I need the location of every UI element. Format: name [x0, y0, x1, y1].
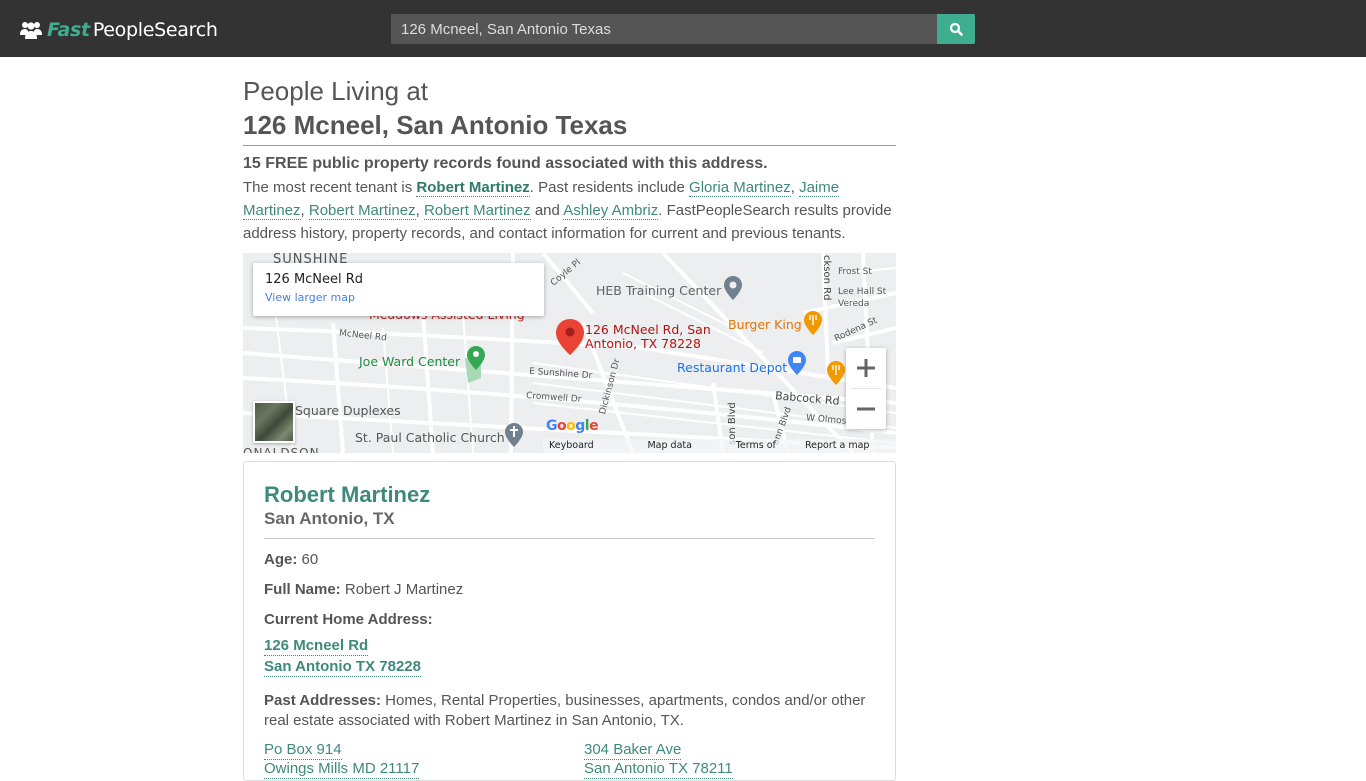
current-address-label: Current Home Address: — [264, 611, 433, 628]
recent-tenant-link[interactable]: Robert Martinez — [416, 179, 530, 197]
search-icon — [949, 22, 963, 36]
page-title-address: 126 Mcneel, San Antonio Texas — [243, 107, 896, 146]
map-label-jackson-rd: ckson Rd — [821, 255, 832, 301]
resident-link[interactable]: Robert Martinez — [308, 202, 416, 220]
restaurant-pin-icon — [804, 311, 822, 335]
brand-logo-link[interactable]: Fast PeopleSearch — [20, 17, 218, 43]
embedded-map[interactable]: SUNSHINE Meadows Assisted Living McNeel … — [243, 253, 896, 453]
search-bar — [391, 14, 975, 44]
zoom-out-button[interactable] — [846, 389, 886, 429]
zoom-in-button[interactable] — [846, 348, 886, 388]
past-address-line1-link[interactable]: Po Box 914 — [264, 741, 342, 760]
location-pin-icon — [556, 319, 584, 355]
map-label-lee-hall: Lee Hall St — [838, 287, 887, 297]
records-summary: 15 FREE public property records found as… — [243, 155, 768, 172]
map-label-st-paul: St. Paul Catholic Church — [355, 430, 505, 445]
person-card: Robert Martinez San Antonio, TX Age: 60 … — [243, 461, 896, 781]
shopping-pin-icon — [788, 351, 806, 375]
person-name[interactable]: Robert Martinez — [264, 482, 875, 508]
map-info-card: 126 McNeel Rd View larger map — [253, 263, 544, 316]
map-pin-label-line1: 126 McNeel Rd, San — [585, 322, 711, 337]
church-pin-icon — [505, 423, 523, 447]
full-name-field: Full Name: Robert J Martinez — [264, 581, 875, 599]
map-label-vereda: Vereda — [838, 299, 870, 309]
report-map-error-link[interactable]: Report a map error — [799, 439, 896, 453]
main-content: People Living at 126 Mcneel, San Antonio… — [243, 75, 896, 781]
intro-text: , — [300, 202, 309, 219]
search-button[interactable] — [937, 14, 975, 44]
past-addresses-label: Past Addresses: — [264, 692, 381, 709]
map-label-frost: Frost St — [838, 267, 872, 277]
map-label-joe-ward: Joe Ward Center — [359, 354, 461, 369]
intro-text: The most recent tenant is — [243, 179, 417, 196]
map-label-restaurant-depot: Restaurant Depot — [677, 360, 788, 375]
age-field: Age: 60 — [264, 551, 875, 569]
brand-name-text: PeopleSearch — [92, 19, 218, 41]
top-navbar: Fast PeopleSearch — [0, 0, 1366, 57]
satellite-view-toggle[interactable] — [253, 401, 295, 443]
map-label-donaldson: ONALDSON — [243, 446, 320, 453]
google-logo: Google — [546, 418, 599, 434]
view-larger-map-link[interactable]: View larger map — [265, 291, 532, 304]
resident-link[interactable]: Robert Martinez — [423, 202, 531, 220]
map-label-heb: HEB Training Center — [596, 283, 722, 298]
age-value: 60 — [301, 551, 319, 568]
person-location: San Antonio, TX — [264, 508, 875, 539]
page-title: People Living at 126 Mcneel, San Antonio… — [243, 75, 896, 146]
intro-text: , — [790, 179, 800, 196]
current-address: 126 Mcneel Rd San Antonio TX 78228 — [264, 637, 875, 677]
terms-of-use-link[interactable]: Terms of Use — [730, 439, 799, 453]
heb-pin-icon — [724, 276, 742, 300]
map-label-burger-king: Burger King — [728, 317, 802, 332]
page-title-prefix: People Living at — [243, 76, 429, 106]
full-name-label: Full Name: — [264, 581, 341, 598]
park-pin-icon — [467, 346, 485, 370]
past-address-line2-link[interactable]: San Antonio TX 78211 — [584, 760, 733, 779]
map-card-title: 126 McNeel Rd — [265, 272, 364, 287]
map-footer: Keyboard shortcuts Map data ©2022 Terms … — [543, 439, 896, 453]
intro-text: , — [415, 202, 424, 219]
search-input[interactable] — [391, 14, 937, 44]
minus-icon — [857, 407, 875, 411]
resident-link[interactable]: Gloria Martinez — [689, 179, 791, 197]
map-pin-label-line2: Antonio, TX 78228 — [585, 336, 701, 351]
intro-paragraph: The most recent tenant is Robert Martine… — [243, 176, 896, 245]
age-label: Age: — [264, 551, 298, 568]
past-address-item: 304 Baker Ave San Antonio TX 78211 — [584, 741, 884, 779]
current-address-line2-link[interactable]: San Antonio TX 78228 — [264, 658, 421, 677]
intro-text: . Past residents include — [529, 179, 690, 196]
past-addresses-list: Po Box 914 Owings Mills MD 21117 304 Bak… — [264, 741, 875, 779]
past-address-item: Po Box 914 Owings Mills MD 21117 — [264, 741, 584, 779]
intro-text: and — [530, 202, 564, 219]
past-address-line1-link[interactable]: 304 Baker Ave — [584, 741, 682, 760]
past-addresses-description: Past Addresses: Homes, Rental Properties… — [264, 691, 875, 731]
current-address-line1-link[interactable]: 126 Mcneel Rd — [264, 637, 369, 656]
people-group-icon — [20, 22, 42, 39]
map-data-text: Map data ©2022 — [647, 440, 692, 451]
current-address-field: Current Home Address: — [264, 611, 875, 629]
plus-icon — [857, 359, 875, 377]
past-address-line2-link[interactable]: Owings Mills MD 21117 — [264, 760, 420, 779]
map-label-square-duplexes: Square Duplexes — [295, 403, 401, 418]
restaurant-pin-icon — [827, 361, 845, 385]
brand-fast-text: Fast — [47, 19, 90, 41]
keyboard-shortcuts-link[interactable]: Keyboard shortcuts — [543, 439, 641, 453]
resident-link[interactable]: Ashley Ambriz — [563, 202, 659, 220]
map-zoom-control — [846, 348, 886, 429]
full-name-value: Robert J Martinez — [344, 581, 464, 598]
